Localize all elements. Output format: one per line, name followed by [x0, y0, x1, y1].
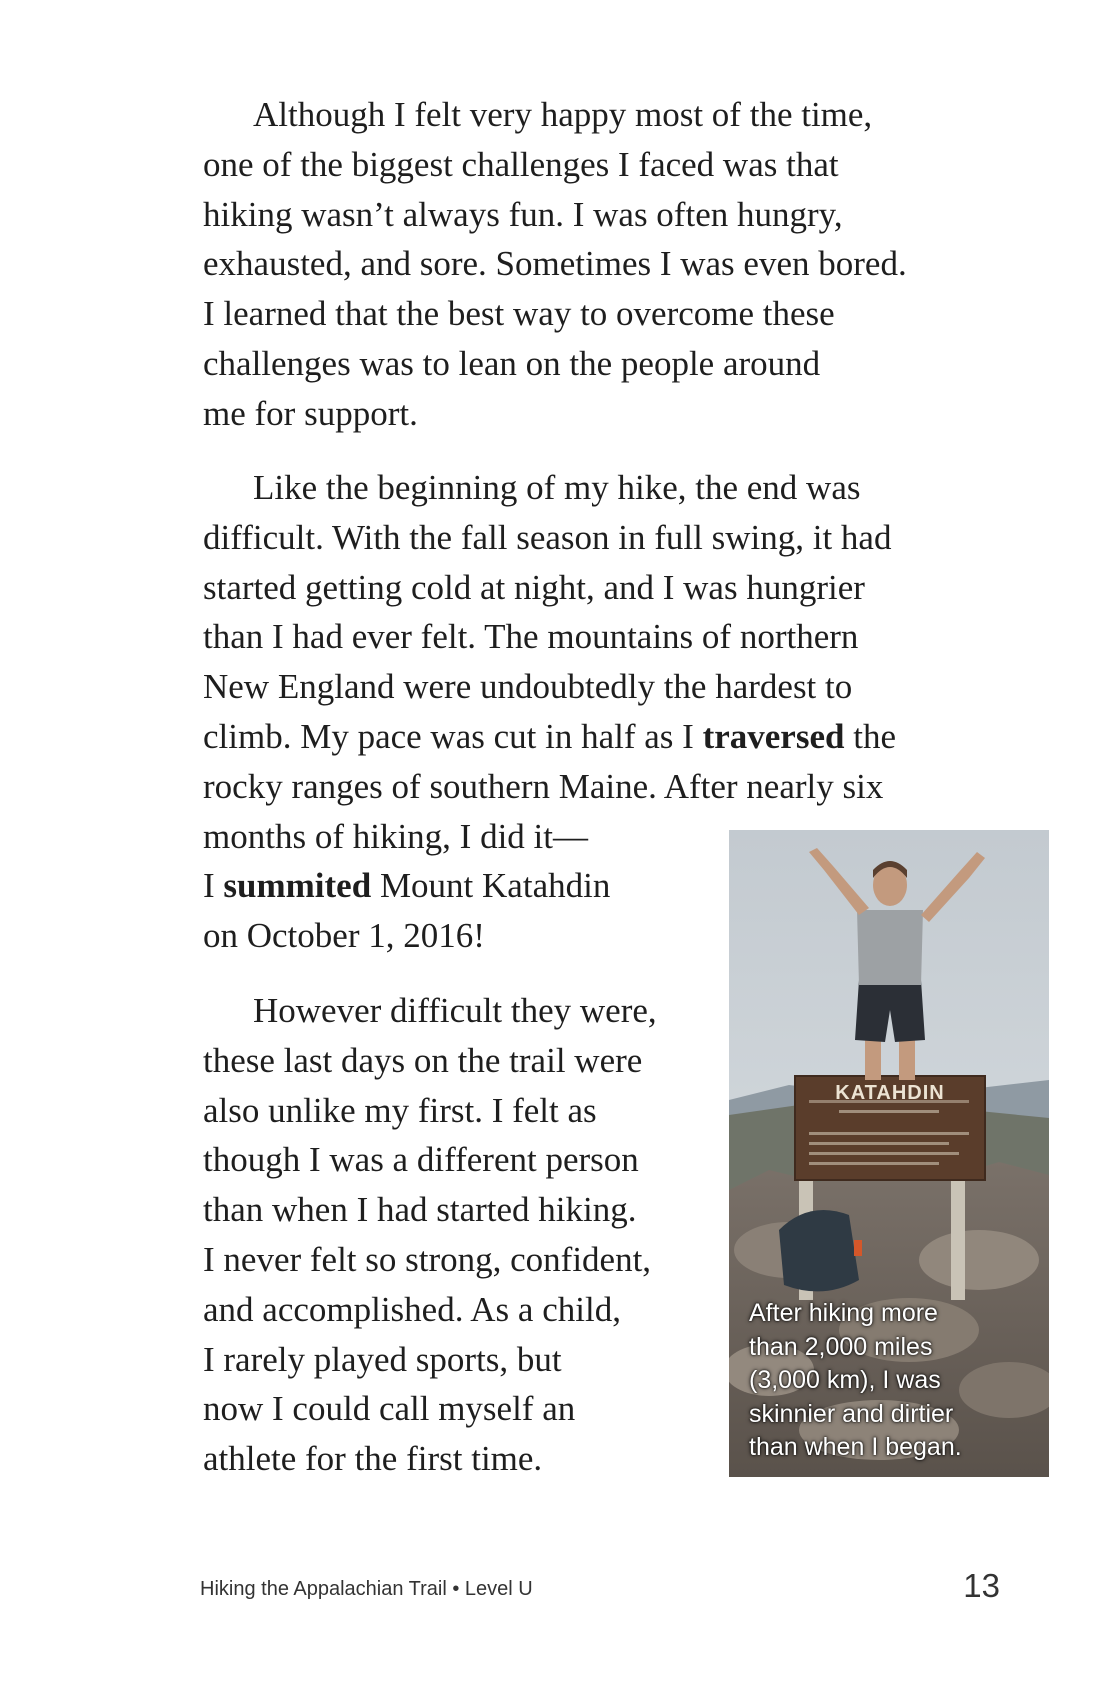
- paragraph-line: However difficult they were,: [253, 991, 657, 1030]
- caption-line: skinnier and dirtier: [749, 1399, 954, 1428]
- paragraph-line: I learned that the best way to overcome …: [203, 294, 835, 334]
- photo-caption: After hiking more than 2,000 miles (3,00…: [749, 1297, 962, 1465]
- caption-line: After hiking more: [749, 1299, 938, 1327]
- paragraph-line: rocky ranges of southern Maine. After ne…: [203, 766, 884, 806]
- vocab-word-traversed: traversed: [702, 716, 845, 756]
- paragraph-line: New England were undoubtedly the hardest…: [203, 667, 853, 707]
- paragraph-line: me for support.: [203, 393, 418, 433]
- caption-line: than when I began.: [749, 1433, 962, 1461]
- paragraph-line: than I had ever felt. The mountains of n…: [203, 617, 859, 657]
- line-text: I: [203, 866, 224, 906]
- paragraph-line: started getting cold at night, and I was…: [203, 567, 865, 607]
- paragraph-line: Like the beginning of my hike, the end w…: [253, 468, 861, 507]
- paragraph-line: exhausted, and sore. Sometimes I was eve…: [203, 244, 907, 284]
- paragraph-line: hiking wasn’t always fun. I was often hu…: [203, 194, 843, 234]
- paragraph-line: I never felt so strong, confident,: [203, 1239, 652, 1279]
- line-text: the: [844, 716, 896, 756]
- paragraph-line: challenges was to lean on the people aro…: [203, 343, 821, 383]
- caption-line: (3,000 km), I was: [749, 1366, 941, 1394]
- sign-title: KATAHDIN: [835, 1082, 945, 1104]
- paragraph-line: one of the biggest challenges I faced wa…: [203, 144, 839, 184]
- paragraph-line: I rarely played sports, but: [203, 1339, 562, 1379]
- line-text: climb. My pace was cut in half as I: [203, 716, 703, 756]
- paragraph-last-days: However difficult they were, these last …: [203, 986, 657, 1484]
- paragraph-line: difficult. With the fall season in full …: [203, 517, 892, 557]
- vocab-word-summited: summited: [223, 866, 372, 906]
- caption-line: than 2,000 miles: [749, 1332, 933, 1361]
- paragraph-challenges: Although I felt very happy most of the t…: [203, 90, 907, 439]
- paragraph-line: these last days on the trail were: [203, 1040, 643, 1080]
- paragraph-line: though I was a different person: [203, 1140, 639, 1180]
- paragraph-line: than when I had started hiking.: [203, 1190, 637, 1230]
- line-text: Mount Katahdin: [371, 866, 611, 906]
- footer-book-title: Hiking the Appalachian Trail • Level U: [200, 1578, 533, 1600]
- paragraph-line: climb. My pace was cut in half as I trav…: [203, 712, 896, 762]
- page-number: 13: [963, 1567, 1000, 1604]
- summit-photo: KATAHDIN After hiking more than 2,000 mi…: [729, 830, 1049, 1477]
- paragraph-line: athlete for the first time.: [203, 1439, 543, 1479]
- paragraph-line: and accomplished. As a child,: [203, 1289, 621, 1329]
- paragraph-line: also unlike my first. I felt as: [203, 1090, 597, 1130]
- paragraph-line: Although I felt very happy most of the t…: [253, 95, 873, 134]
- paragraph-line: now I could call myself an: [203, 1389, 576, 1429]
